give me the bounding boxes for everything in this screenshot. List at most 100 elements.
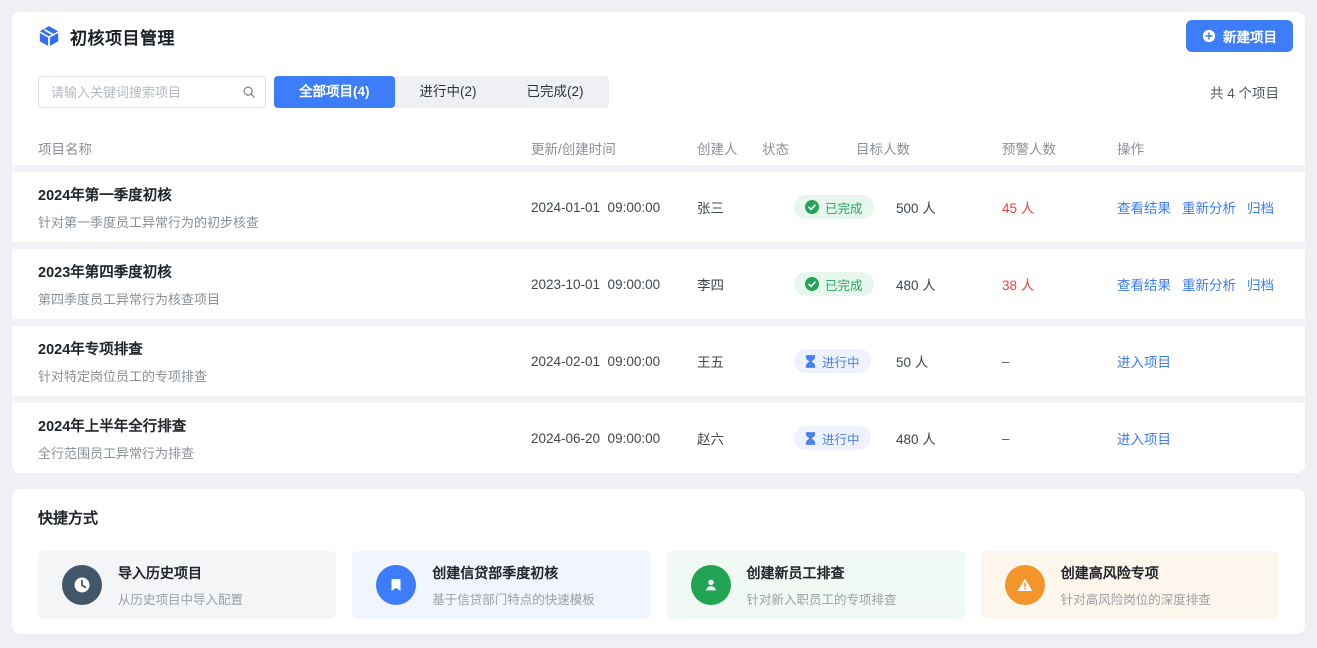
clock-icon — [62, 565, 102, 605]
actions-cell: 查看结果 重新分析 归档 — [1117, 197, 1279, 217]
project-target: 50 人 — [856, 351, 1002, 371]
col-status: 状态 — [762, 138, 856, 158]
new-project-button[interactable]: 新建项目 — [1186, 20, 1293, 52]
status-label: 进行中 — [822, 352, 860, 371]
shortcut-desc: 针对新入职员工的专项排查 — [747, 589, 897, 608]
project-creator: 赵六 — [697, 428, 762, 448]
shortcut-desc: 针对高风险岗位的深度排查 — [1061, 589, 1211, 608]
project-name-cell: 2023年第四季度初核 第四季度员工异常行为核查项目 — [38, 261, 531, 308]
search-icon[interactable] — [242, 85, 256, 99]
project-name: 2024年第一季度初核 — [38, 184, 531, 205]
col-target: 目标人数 — [856, 138, 1002, 158]
shortcut-high-risk[interactable]: 创建高风险专项 针对高风险岗位的深度排查 — [981, 551, 1279, 619]
project-name: 2024年专项排查 — [38, 338, 531, 359]
table-header: 项目名称 更新/创建时间 创建人 状态 目标人数 预警人数 操作 — [12, 130, 1305, 165]
status-cell: 进行中 — [762, 349, 856, 373]
status-cell: 已完成 — [762, 272, 856, 296]
project-target: 480 人 — [856, 274, 1002, 294]
project-target: 480 人 — [856, 428, 1002, 448]
total-count-text: 共 4 个项目 — [1210, 82, 1279, 102]
actions-cell: 进入项目 — [1117, 351, 1279, 371]
toolbar: 全部项目(4) 进行中(2) 已完成(2) 共 4 个项目 — [12, 60, 1305, 130]
action-enter-project[interactable]: 进入项目 — [1117, 351, 1171, 371]
check-circle-icon — [805, 200, 819, 214]
col-warning: 预警人数 — [1002, 138, 1117, 158]
project-name-cell: 2024年专项排查 针对特定岗位员工的专项排查 — [38, 338, 531, 385]
shortcut-text: 导入历史项目 从历史项目中导入配置 — [118, 563, 243, 608]
shortcut-title: 创建高风险专项 — [1061, 563, 1211, 583]
page: 初核项目管理 新建项目 全部项目(4) 进行中(2) — [0, 0, 1317, 646]
project-name: 2023年第四季度初核 — [38, 261, 531, 282]
project-desc: 针对第一季度员工异常行为的初步核查 — [38, 212, 531, 231]
tab-completed[interactable]: 已完成(2) — [502, 76, 609, 108]
shortcut-text: 创建高风险专项 针对高风险岗位的深度排查 — [1061, 563, 1211, 608]
project-desc: 全行范围员工异常行为排查 — [38, 443, 531, 462]
action-archive[interactable]: 归档 — [1247, 274, 1274, 294]
project-warning: 38 人 — [1002, 274, 1117, 294]
table-row: 2024年专项排查 针对特定岗位员工的专项排查 2024-02-01 09:00… — [12, 319, 1305, 396]
project-warning: – — [1002, 354, 1117, 369]
project-creator: 王五 — [697, 351, 762, 371]
shortcut-title: 创建新员工排查 — [747, 563, 897, 583]
user-icon — [691, 565, 731, 605]
table-row: 2024年上半年全行排查 全行范围员工异常行为排查 2024-06-20 09:… — [12, 396, 1305, 473]
project-management-panel: 初核项目管理 新建项目 全部项目(4) 进行中(2) — [12, 12, 1305, 473]
filter-tabs: 全部项目(4) 进行中(2) 已完成(2) — [274, 76, 609, 108]
project-desc: 针对特定岗位员工的专项排查 — [38, 366, 531, 385]
action-archive[interactable]: 归档 — [1247, 197, 1274, 217]
tab-all-projects[interactable]: 全部项目(4) — [274, 76, 395, 108]
col-project-name: 项目名称 — [38, 138, 531, 158]
page-title: 初核项目管理 — [70, 24, 175, 49]
shortcut-desc: 基于信贷部门特点的快速模板 — [432, 589, 595, 608]
shortcut-credit-quarterly[interactable]: 创建信贷部季度初核 基于信贷部门特点的快速模板 — [352, 551, 650, 619]
action-reanalyze[interactable]: 重新分析 — [1182, 274, 1236, 294]
project-creator: 李四 — [697, 274, 762, 294]
project-time: 2024-01-01 09:00:00 — [531, 200, 697, 215]
project-warning: 45 人 — [1002, 197, 1117, 217]
shortcut-text: 创建新员工排查 针对新入职员工的专项排查 — [747, 563, 897, 608]
action-enter-project[interactable]: 进入项目 — [1117, 428, 1171, 448]
shortcut-new-employee[interactable]: 创建新员工排查 针对新入职员工的专项排查 — [667, 551, 965, 619]
status-cell: 进行中 — [762, 426, 856, 450]
shortcut-cards: 导入历史项目 从历史项目中导入配置 创建信贷部季度初核 基于信贷部门特点的快速模… — [38, 551, 1279, 619]
status-cell: 已完成 — [762, 195, 856, 219]
shortcut-desc: 从历史项目中导入配置 — [118, 589, 243, 608]
shortcut-title: 导入历史项目 — [118, 563, 243, 583]
action-view-results[interactable]: 查看结果 — [1117, 197, 1171, 217]
warning-triangle-icon — [1005, 565, 1045, 605]
titlebar: 初核项目管理 新建项目 — [12, 12, 1305, 60]
table-row: 2024年第一季度初核 针对第一季度员工异常行为的初步核查 2024-01-01… — [12, 165, 1305, 242]
project-time: 2024-06-20 09:00:00 — [531, 431, 697, 446]
tab-in-progress[interactable]: 进行中(2) — [395, 76, 502, 108]
hourglass-icon — [805, 355, 816, 368]
shortcuts-title: 快捷方式 — [38, 507, 1279, 528]
project-name-cell: 2024年第一季度初核 针对第一季度员工异常行为的初步核查 — [38, 184, 531, 231]
project-creator: 张三 — [697, 197, 762, 217]
actions-cell: 查看结果 重新分析 归档 — [1117, 274, 1279, 294]
shortcuts-panel: 快捷方式 导入历史项目 从历史项目中导入配置 — [12, 489, 1305, 634]
project-name: 2024年上半年全行排查 — [38, 415, 531, 436]
plus-circle-icon — [1202, 29, 1216, 43]
shortcut-import-history[interactable]: 导入历史项目 从历史项目中导入配置 — [38, 551, 336, 619]
project-time: 2023-10-01 09:00:00 — [531, 277, 697, 292]
bookmark-icon — [376, 565, 416, 605]
search-box — [38, 76, 266, 108]
col-creator: 创建人 — [697, 138, 762, 158]
table-row: 2023年第四季度初核 第四季度员工异常行为核查项目 2023-10-01 09… — [12, 242, 1305, 319]
status-label: 进行中 — [822, 429, 860, 448]
check-circle-icon — [805, 277, 819, 291]
action-reanalyze[interactable]: 重新分析 — [1182, 197, 1236, 217]
actions-cell: 进入项目 — [1117, 428, 1279, 448]
col-actions: 操作 — [1117, 138, 1279, 158]
project-desc: 第四季度员工异常行为核查项目 — [38, 289, 531, 308]
project-time: 2024-02-01 09:00:00 — [531, 354, 697, 369]
search-input[interactable] — [38, 76, 266, 108]
cube-icon — [38, 25, 60, 47]
col-time: 更新/创建时间 — [531, 138, 697, 158]
shortcut-title: 创建信贷部季度初核 — [432, 563, 595, 583]
project-target: 500 人 — [856, 197, 1002, 217]
new-project-label: 新建项目 — [1223, 26, 1277, 46]
action-view-results[interactable]: 查看结果 — [1117, 274, 1171, 294]
shortcut-text: 创建信贷部季度初核 基于信贷部门特点的快速模板 — [432, 563, 595, 608]
project-warning: – — [1002, 431, 1117, 446]
